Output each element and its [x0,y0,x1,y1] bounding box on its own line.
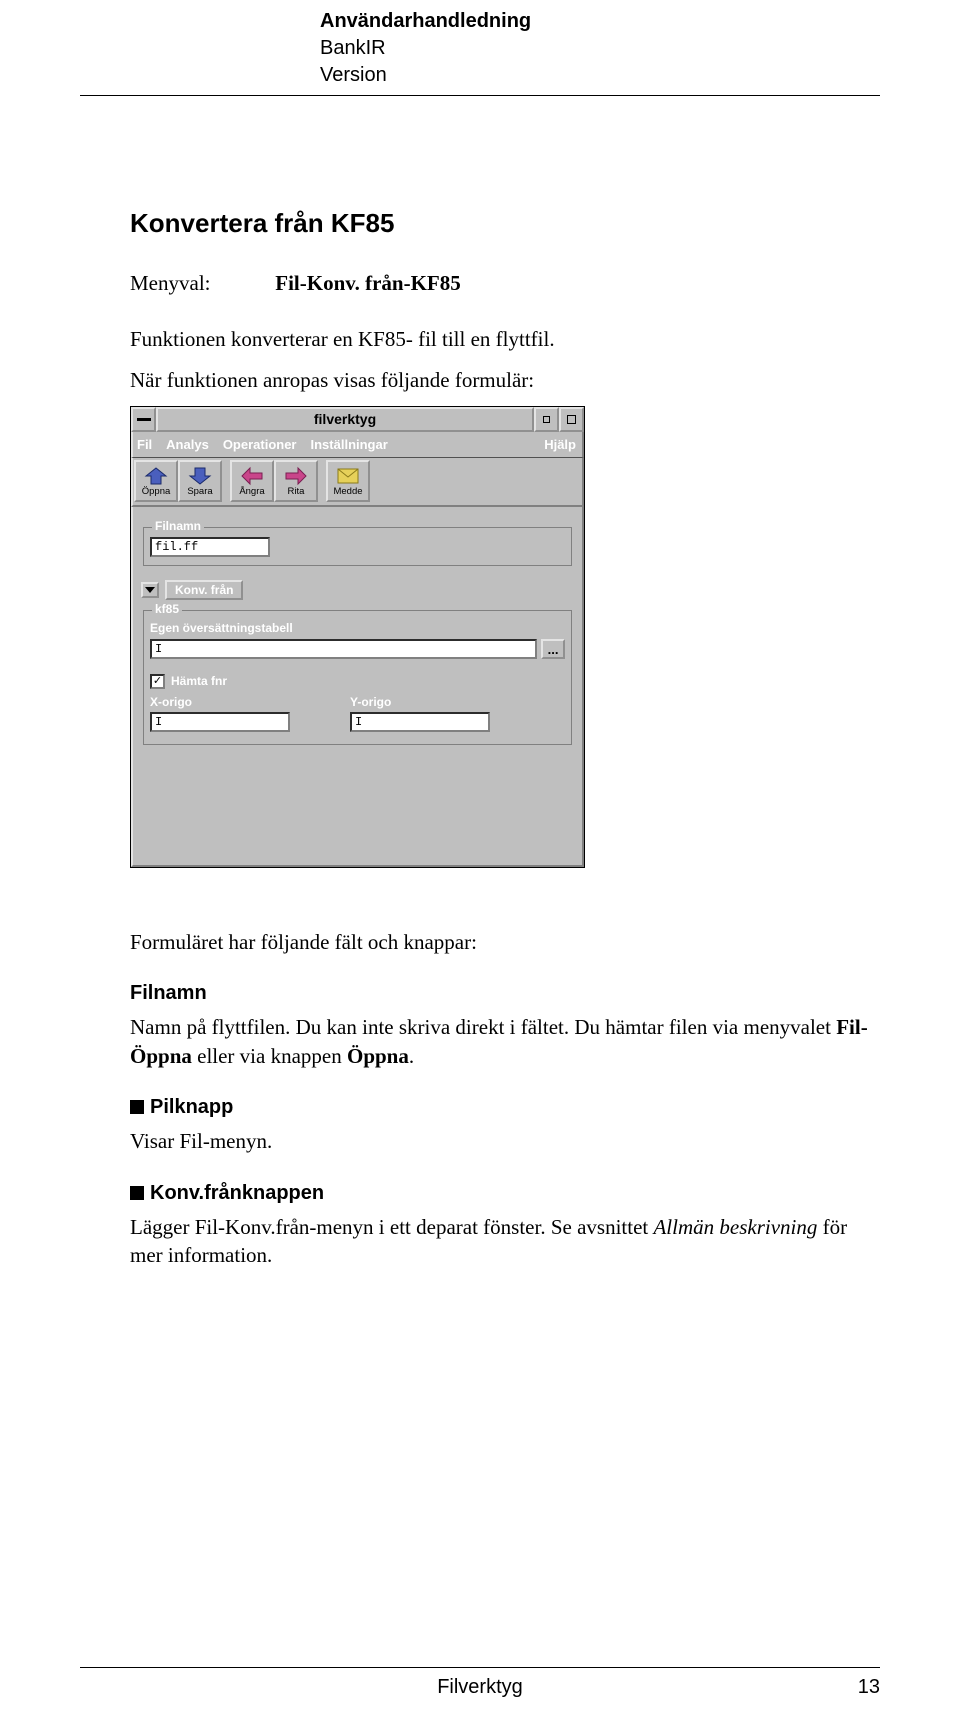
filnamn-input[interactable]: fil.ff [150,537,270,557]
medde-button[interactable]: Medde [326,460,370,502]
message-icon [336,466,360,486]
titlebar: filverktyg [131,407,584,432]
konv-heading-text: Konv.frånknappen [150,1182,324,1204]
x-origo-col: X-origo I [150,694,290,732]
x-origo-label: X-origo [150,694,290,710]
filnamn-legend: Filnamn [152,518,204,534]
browse-button[interactable]: ... [541,639,565,659]
save-caption: Spara [187,487,212,497]
field-filnamn-text-2: eller via knappen [192,1044,347,1068]
footer: Filverktyg 13 [0,1667,960,1701]
open-caption: Öppna [142,487,171,497]
footer-center-text: Filverktyg [0,1674,960,1701]
undo-icon [240,466,264,486]
field-filnamn-text-1: Namn på flyttfilen. Du kan inte skriva d… [130,1015,836,1039]
konv-text-1: Lägger Fil-Konv.från-menyn i ett deparat… [130,1215,653,1239]
draw-caption: Rita [288,487,305,497]
menu-analys[interactable]: Analys [166,436,209,454]
konv-heading: Konv.frånknappen [130,1180,880,1207]
square-large-icon [567,415,576,424]
square-bullet-icon [130,1186,144,1200]
medde-caption: Medde [333,487,362,497]
pilknapp-heading-text: Pilknapp [150,1096,233,1118]
menu-fil[interactable]: Fil [137,436,152,454]
app-window: filverktyg Fil Analys Operationer Instäl… [130,406,585,868]
menu-hjalp[interactable]: Hjälp [544,436,576,454]
window-title: filverktyg [156,407,534,432]
menu-selection-line: Menyval: Fil-Konv. från-KF85 [130,269,880,297]
square-bullet-icon [130,1100,144,1114]
kf85-legend: kf85 [152,601,182,617]
window-menu-button[interactable] [131,407,156,432]
doc-header-line1: Användarhandledning [320,8,960,35]
menu-installningar[interactable]: Inställningar [311,436,388,454]
text-cursor-icon: I [355,715,362,729]
doc-header-line2: BankIR [320,35,960,62]
field-filnamn-para: Namn på flyttfilen. Du kan inte skriva d… [130,1013,880,1070]
save-icon [188,466,212,486]
dash-icon [137,418,151,421]
pilknapp-heading: Pilknapp [130,1094,880,1121]
field-filnamn-bold-2: Öppna [347,1044,409,1068]
konv-row: Konv. från [141,580,574,600]
client-area: Filnamn fil.ff Konv. från kf85 Egen över… [131,507,584,867]
doc-header-line3: Version [320,62,960,89]
konv-dropdown-toggle[interactable] [141,582,159,598]
maximize-button[interactable] [559,407,584,432]
menubar: Fil Analys Operationer Inställningar Hjä… [131,432,584,458]
menu-value: Fil-Konv. från-KF85 [275,271,461,295]
save-button[interactable]: Spara [178,460,222,502]
y-origo-col: Y-origo I [350,694,490,732]
draw-icon [284,466,308,486]
open-icon [144,466,168,486]
footer-divider [80,1667,880,1668]
egen-label: Egen översättningstabell [150,620,565,636]
page-content: Konvertera från KF85 Menyval: Fil-Konv. … [130,206,880,1269]
x-origo-input[interactable]: I [150,712,290,732]
translation-table-input[interactable]: I [150,639,537,659]
intro-para-2: När funktionen anropas visas följande fo… [130,366,880,394]
footer-line: Filverktyg 13 [0,1674,960,1701]
pilknapp-para: Visar Fil-menyn. [130,1127,880,1155]
konv-para: Lägger Fil-Konv.från-menyn i ett deparat… [130,1213,880,1270]
draw-button[interactable]: Rita [274,460,318,502]
origo-row: X-origo I Y-origo I [150,694,565,732]
doc-header: Användarhandledning BankIR Version [0,0,960,89]
section-heading: Konvertera från KF85 [130,206,880,241]
konv-italic-1: Allmän beskrivning [653,1215,817,1239]
text-cursor-icon: I [155,641,162,657]
minimize-button[interactable] [534,407,559,432]
square-small-icon [543,416,550,423]
field-filnamn-text-3: . [409,1044,414,1068]
header-divider [80,95,880,96]
konv-fran-button[interactable]: Konv. från [165,580,243,600]
open-button[interactable]: Öppna [134,460,178,502]
y-origo-label: Y-origo [350,694,490,710]
hamta-row: ✓ Hämta fnr [150,673,565,689]
filnamn-group: Filnamn fil.ff [143,527,572,566]
y-origo-input[interactable]: I [350,712,490,732]
kf85-group: kf85 Egen översättningstabell I ... ✓ Hä… [143,610,572,745]
hamta-label: Hämta fnr [171,673,227,689]
undo-caption: Ångra [239,487,264,497]
hamta-checkbox[interactable]: ✓ [150,674,165,689]
menu-label: Menyval: [130,269,270,297]
after-shot-para: Formuläret har följande fält och knappar… [130,928,880,956]
text-cursor-icon: I [155,715,162,729]
intro-para-1: Funktionen konverterar en KF85- fil till… [130,325,880,353]
field-filnamn-heading: Filnamn [130,980,880,1007]
menu-operationer[interactable]: Operationer [223,436,297,454]
chevron-down-icon [145,587,155,593]
toolbar: Öppna Spara Ångra Rita Medde [131,458,584,507]
undo-button[interactable]: Ångra [230,460,274,502]
